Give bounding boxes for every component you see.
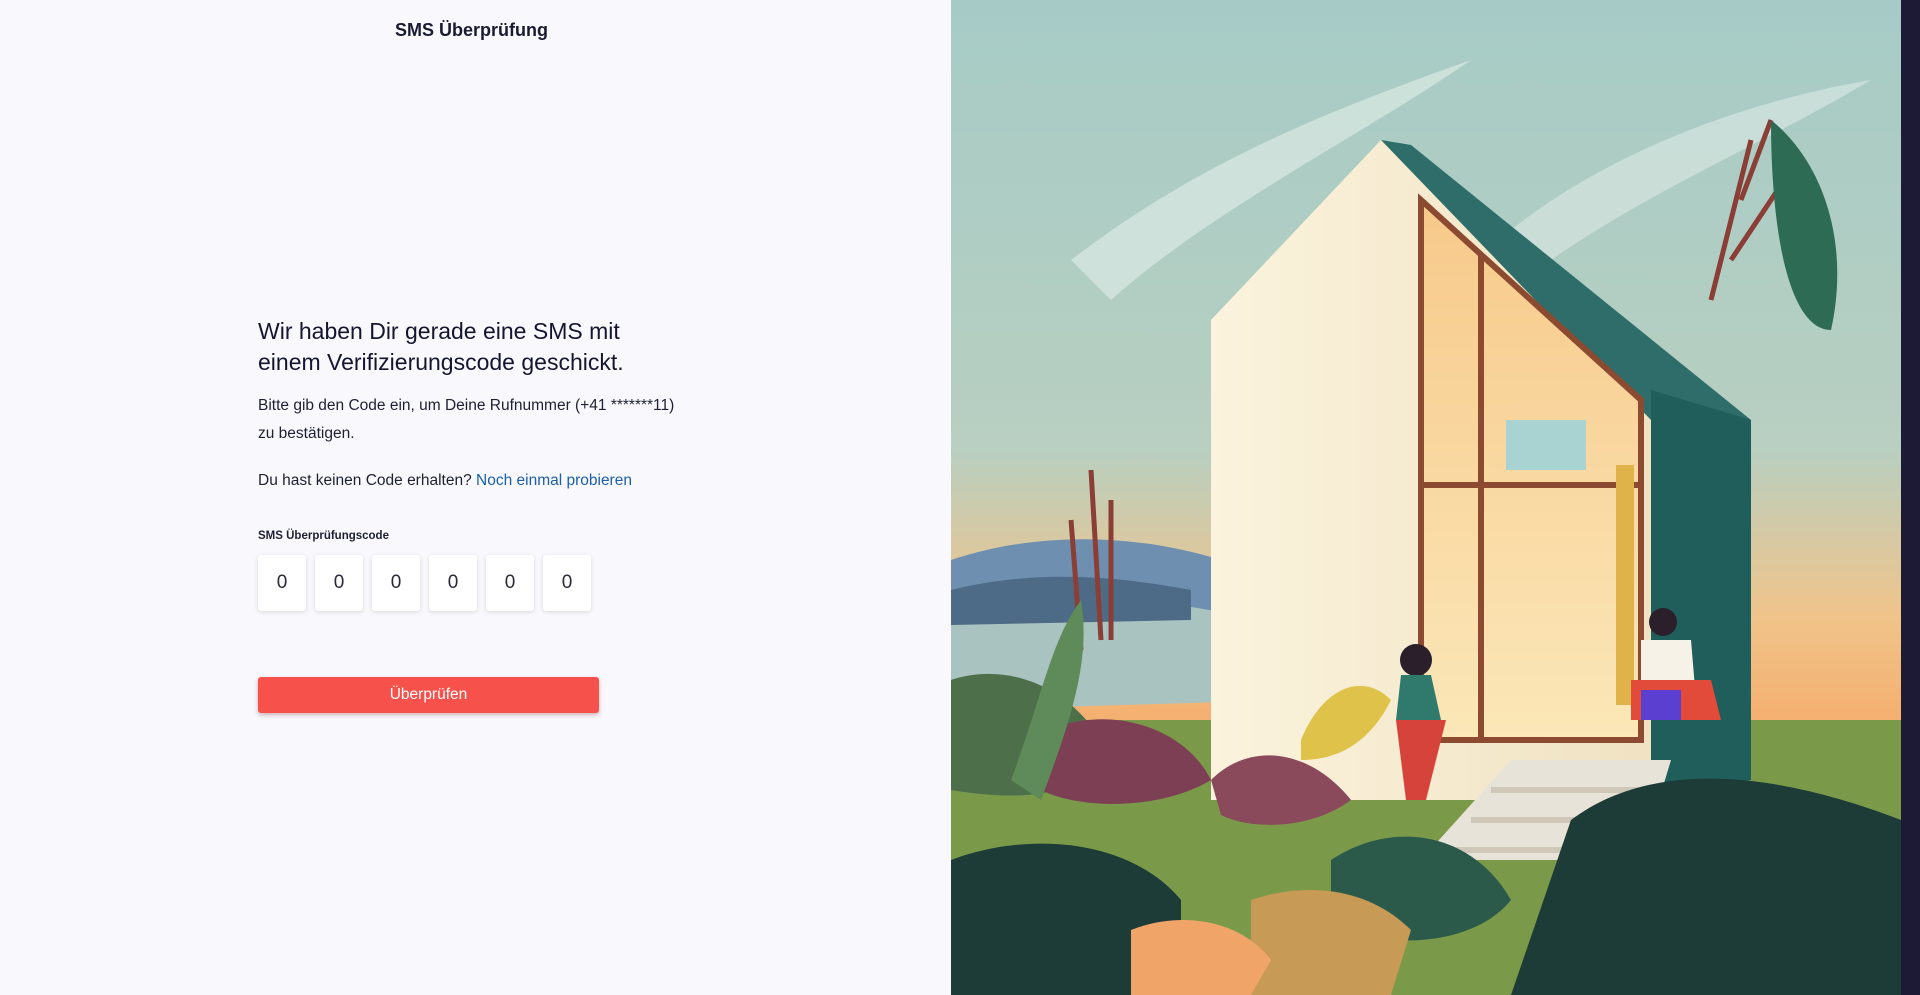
heading-line-2: einem Verifizierungscode geschickt. [258, 349, 624, 375]
code-digit-input-1[interactable] [258, 555, 306, 611]
description: Bitte gib den Code ein, um Deine Rufnumm… [258, 392, 698, 448]
verification-panel: SMS Überprüfung Wir haben Dir gerade ein… [0, 0, 951, 995]
heading: Wir haben Dir gerade eine SMS mit einem … [258, 316, 698, 378]
verification-form: Wir haben Dir gerade eine SMS mit einem … [258, 316, 698, 713]
retry-text: Du hast keinen Code erhalten? [258, 472, 472, 489]
scrollbar[interactable] [1901, 0, 1920, 995]
code-label: SMS Überprüfungscode [258, 530, 389, 542]
code-digit-input-5[interactable] [486, 555, 534, 611]
heading-line-1: Wir haben Dir gerade eine SMS mit [258, 318, 620, 344]
code-digit-input-6[interactable] [543, 555, 591, 611]
description-line-1: Bitte gib den Code ein, um Deine Rufnumm… [258, 397, 675, 414]
retry-link[interactable]: Noch einmal probieren [476, 472, 632, 489]
verify-button[interactable]: Überprüfen [258, 677, 599, 713]
description-line-2: zu bestätigen. [258, 425, 355, 442]
code-digits [258, 555, 698, 611]
code-digit-input-3[interactable] [372, 555, 420, 611]
page-title: SMS Überprüfung [395, 20, 548, 40]
retry-row: Du hast keinen Code erhalten? Noch einma… [258, 472, 698, 490]
code-digit-input-2[interactable] [315, 555, 363, 611]
house-illustration [951, 0, 1901, 995]
code-digit-input-4[interactable] [429, 555, 477, 611]
